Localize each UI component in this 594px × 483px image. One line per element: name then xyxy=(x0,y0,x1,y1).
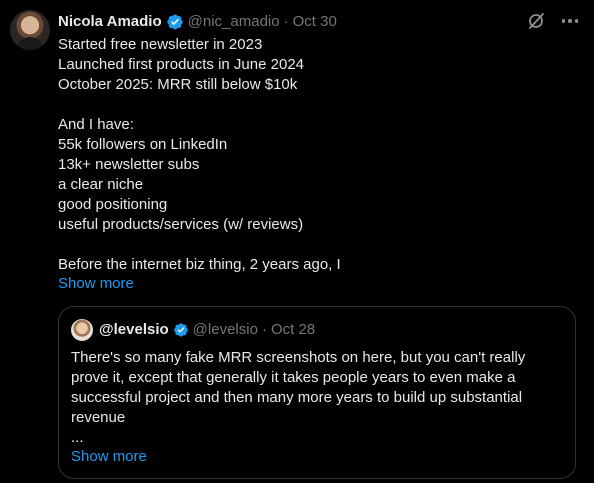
tweet-date[interactable]: Oct 30 xyxy=(293,12,337,32)
quote-line: revenue xyxy=(71,409,126,426)
more-options-icon[interactable] xyxy=(560,11,580,31)
quote-date: Oct 28 xyxy=(270,321,316,338)
author-avatar[interactable] xyxy=(10,10,50,50)
tweet-line: Launched first products in June 2024 xyxy=(58,56,304,73)
quote-header: @levelsio @levelsio · Oct 28 xyxy=(99,320,315,340)
tweet-line: 55k followers on LinkedIn xyxy=(58,136,228,153)
tweet-line: And I have: xyxy=(58,116,134,133)
quote-author-name: @levelsio xyxy=(99,321,169,338)
separator-dot: · xyxy=(283,13,289,30)
tweet-line: useful products/services (w/ reviews) xyxy=(58,216,304,233)
quote-line: ... xyxy=(71,429,84,446)
author-handle[interactable]: @nic_amadio xyxy=(188,12,280,32)
quote-line: There's so many fake MRR screenshots on … xyxy=(71,349,526,366)
quote-line: successful project and then many more ye… xyxy=(71,389,523,406)
quote-text: There's so many fake MRR screenshots on … xyxy=(71,348,571,448)
tweet-line: 13k+ newsletter subs xyxy=(58,156,200,173)
tweet-actions-top xyxy=(526,11,580,31)
tweet-line xyxy=(58,235,578,255)
tweet-line: Started free newsletter in 2023 xyxy=(58,36,263,53)
tweet[interactable]: Nicola Amadio @nic_amadio · Oct 30 Start… xyxy=(0,0,594,483)
verified-badge-icon xyxy=(166,14,183,30)
tweet-line: a clear niche xyxy=(58,176,144,193)
quote-author-avatar xyxy=(71,319,93,341)
quoted-tweet[interactable]: @levelsio @levelsio · Oct 28 There's so … xyxy=(58,306,576,479)
tweet-line: October 2025: MRR still below $10k xyxy=(58,76,298,93)
quote-line: prove it, except that generally it takes… xyxy=(71,369,516,386)
tweet-line: good positioning xyxy=(58,196,168,213)
tweet-line xyxy=(58,95,578,115)
tweet-header: Nicola Amadio @nic_amadio · Oct 30 xyxy=(58,12,337,32)
tweet-text: Started free newsletter in 2023 Launched… xyxy=(58,35,578,275)
tweet-line: Before the internet biz thing, 2 years a… xyxy=(58,256,341,273)
show-more-link[interactable]: Show more xyxy=(58,274,134,294)
author-name[interactable]: Nicola Amadio xyxy=(58,12,162,32)
verified-badge-icon xyxy=(173,323,188,337)
separator-dot: · xyxy=(261,321,267,338)
quote-author-handle: @levelsio xyxy=(192,321,258,338)
quote-show-more-link[interactable]: Show more xyxy=(71,447,147,467)
grok-icon[interactable] xyxy=(526,11,546,31)
